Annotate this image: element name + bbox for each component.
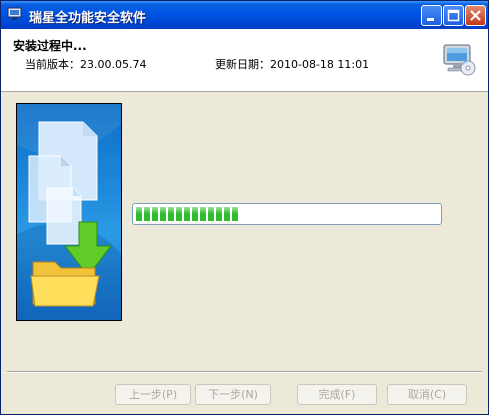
installer-window: 瑞星全功能安全软件 安装过程中... 当前版本：23.00.05.74 更新日期… — [0, 0, 489, 415]
progress-fill — [136, 207, 239, 221]
install-illustration — [16, 103, 122, 321]
next-button[interactable]: 下一步(N) — [195, 384, 271, 405]
folder-icon — [30, 261, 100, 307]
header-panel: 安装过程中... 当前版本：23.00.05.74 更新日期：2010-08-1… — [1, 29, 488, 92]
minimize-icon — [427, 18, 434, 21]
maximize-icon — [447, 9, 460, 22]
title-bar[interactable]: 瑞星全功能安全软件 — [1, 1, 488, 29]
finish-button[interactable]: 完成(F) — [297, 384, 377, 405]
close-button[interactable] — [465, 5, 486, 26]
minimize-button[interactable] — [421, 5, 442, 26]
back-button[interactable]: 上一步(P) — [115, 384, 191, 405]
maximize-button[interactable] — [443, 5, 464, 26]
computer-icon — [7, 7, 22, 20]
close-icon — [470, 10, 481, 21]
divider — [7, 371, 482, 373]
page-title: 安装过程中... — [13, 39, 87, 53]
document-icon — [46, 187, 82, 245]
cancel-button[interactable]: 取消(C) — [387, 384, 467, 405]
current-version: 当前版本：23.00.05.74 — [25, 58, 147, 71]
window-title: 瑞星全功能安全软件 — [29, 11, 147, 26]
monitor-disc-icon — [443, 44, 476, 76]
install-progress-bar — [132, 203, 442, 225]
update-date: 更新日期：2010-08-18 11:01 — [215, 58, 370, 71]
